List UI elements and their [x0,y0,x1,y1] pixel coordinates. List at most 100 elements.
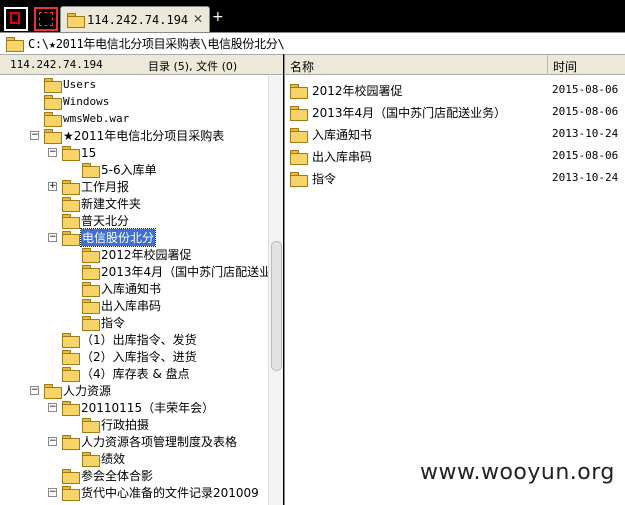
file-name: 2013年4月（国中苏门店配送业务） [312,105,507,120]
tree-node[interactable]: 新建文件夹 [62,195,141,212]
folder-icon [82,248,100,263]
tree-node[interactable]: （1）出库指令、发货 [62,331,197,348]
folder-icon [62,214,80,229]
close-icon[interactable]: ✕ [191,12,205,26]
tree-node[interactable]: wmsWeb.war [44,110,129,127]
tree-node[interactable]: 普天北分 [62,212,129,229]
tree-node-label: （4）库存表 & 盘点 [81,367,190,381]
collapse-icon[interactable]: − [48,437,57,446]
tree-node[interactable]: 行政拍摄 [82,416,149,433]
tree-node[interactable]: 货代中心准备的文件记录201009 [62,484,259,501]
file-time: 2015-08-06 16 [552,83,625,96]
tree-node-label: （1）出库指令、发货 [81,333,197,347]
folder-icon [82,163,100,178]
tree-node-label: 20110115（丰荣年会） [81,401,215,415]
folder-icon [62,401,80,416]
folder-tree-pane: 114.242.74.194 目录 (5), 文件 (0) Users Windo… [0,54,283,505]
folder-icon [82,316,100,331]
tree-node-label: Windows [63,95,110,108]
tree-node[interactable]: Users [44,76,96,93]
tree-node[interactable]: Windows [44,93,109,110]
tree-node[interactable]: 15 [62,144,96,161]
tree-node-label: 货代中心准备的文件记录201009 [81,486,259,500]
address-path[interactable]: C:\★2011年电信北分项目采购表\电信股份北分\ [28,35,285,52]
file-row[interactable]: 入库通知书 2013-10-24 13 [285,123,625,145]
tree-node-label: （2）入库指令、进货 [81,350,197,364]
tree-node[interactable]: 指令 [82,314,125,331]
item-count: 目录 (5), 文件 (0) [148,60,238,73]
tree-node-label: Users [63,78,97,91]
tree-node-label: 普天北分 [81,214,130,228]
collapse-icon[interactable]: − [30,386,39,395]
collapse-icon[interactable]: − [30,131,39,140]
tree-node[interactable]: 人力资源各项管理制度及表格 [62,433,237,450]
tree-node[interactable]: 5-6入库单 [82,161,157,178]
tree-node[interactable]: 2013年4月（国中苏门店配送业务 [82,263,268,280]
folder-icon [62,469,80,484]
tree-node-label: 行政拍摄 [101,418,150,432]
tree-node[interactable]: 人力资源 [44,382,111,399]
tree-node-label: 工作月报 [81,180,130,194]
tab-remote-host[interactable]: 114.242.74.194 ✕ [60,6,210,32]
folder-icon [62,350,80,365]
folder-icon [290,171,308,187]
collapse-icon[interactable]: − [48,403,57,412]
tree-node[interactable]: 出入库串码 [82,297,161,314]
folder-icon [290,105,308,121]
tree-node-label: 人力资源各项管理制度及表格 [81,435,238,449]
collapse-icon[interactable]: − [48,488,57,497]
collapse-icon[interactable]: − [48,148,57,157]
tree-scrollbar[interactable] [268,76,283,505]
tree-node-label: 入库通知书 [101,282,162,296]
tree-node[interactable]: （4）库存表 & 盘点 [62,365,190,382]
file-row[interactable]: 2013年4月（国中苏门店配送业务） 2015-08-06 16 [285,101,625,123]
folder-icon [62,146,80,161]
tree-node[interactable]: 参会全体合影 [62,467,153,484]
file-time: 2015-08-06 16 [552,149,625,162]
host-label: 114.242.74.194 [10,58,103,71]
file-name: 入库通知书 [312,127,373,142]
window-menu-icon[interactable] [4,7,28,31]
folder-icon [44,384,62,399]
folder-icon [62,333,80,348]
expand-icon[interactable]: + [48,182,57,191]
column-time[interactable]: 时间 [553,58,577,75]
folder-icon [290,127,308,143]
folder-icon [82,452,100,467]
tree-node-label: 2012年校园署促 [101,248,192,262]
folder-icon [62,180,80,195]
folder-icon [62,231,80,246]
file-name: 出入库串码 [312,149,373,164]
scrollbar-thumb[interactable] [271,241,282,371]
tree-node-label: 指令 [101,316,126,330]
file-row[interactable]: 指令 2013-10-24 13 [285,167,625,189]
watermark: www.wooyun.org [420,460,615,485]
tree-node[interactable]: 绩效 [82,450,125,467]
collapse-icon[interactable]: − [48,233,57,242]
tree-node[interactable]: 电信股份北分 [62,228,157,247]
file-row[interactable]: 出入库串码 2015-08-06 16 [285,145,625,167]
tree-node[interactable]: 入库通知书 [82,280,161,297]
folder-icon [44,112,62,127]
capture-icon[interactable] [34,7,58,31]
column-divider[interactable] [547,55,548,75]
tree-node-label: 出入库串码 [101,299,162,313]
folder-icon [62,197,80,212]
new-tab-button[interactable]: + [212,10,224,24]
tree-node-label: 15 [81,145,97,160]
tree-node[interactable]: 工作月报 [62,178,129,195]
tree-node[interactable]: （2）入库指令、进货 [62,348,197,365]
tree-node[interactable]: 20110115（丰荣年会） [62,399,214,416]
tree-node[interactable]: 2012年校园署促 [82,246,192,263]
tab-bar: 114.242.74.194 ✕ + [0,0,625,34]
tree-node-label: 电信股份北分 [79,228,157,247]
file-row[interactable]: 2012年校园署促 2015-08-06 16 [285,79,625,101]
column-name[interactable]: 名称 [290,58,314,75]
folder-icon [62,367,80,382]
folder-icon [82,282,100,297]
tree-node[interactable]: ★2011年电信北分项目采购表 [44,127,224,144]
tree-node-label: 参会全体合影 [81,469,154,483]
tree-node-label: 人力资源 [63,384,112,398]
address-bar[interactable]: C:\★2011年电信北分项目采购表\电信股份北分\ [0,32,625,54]
list-header: 名称 时间 [285,55,625,75]
